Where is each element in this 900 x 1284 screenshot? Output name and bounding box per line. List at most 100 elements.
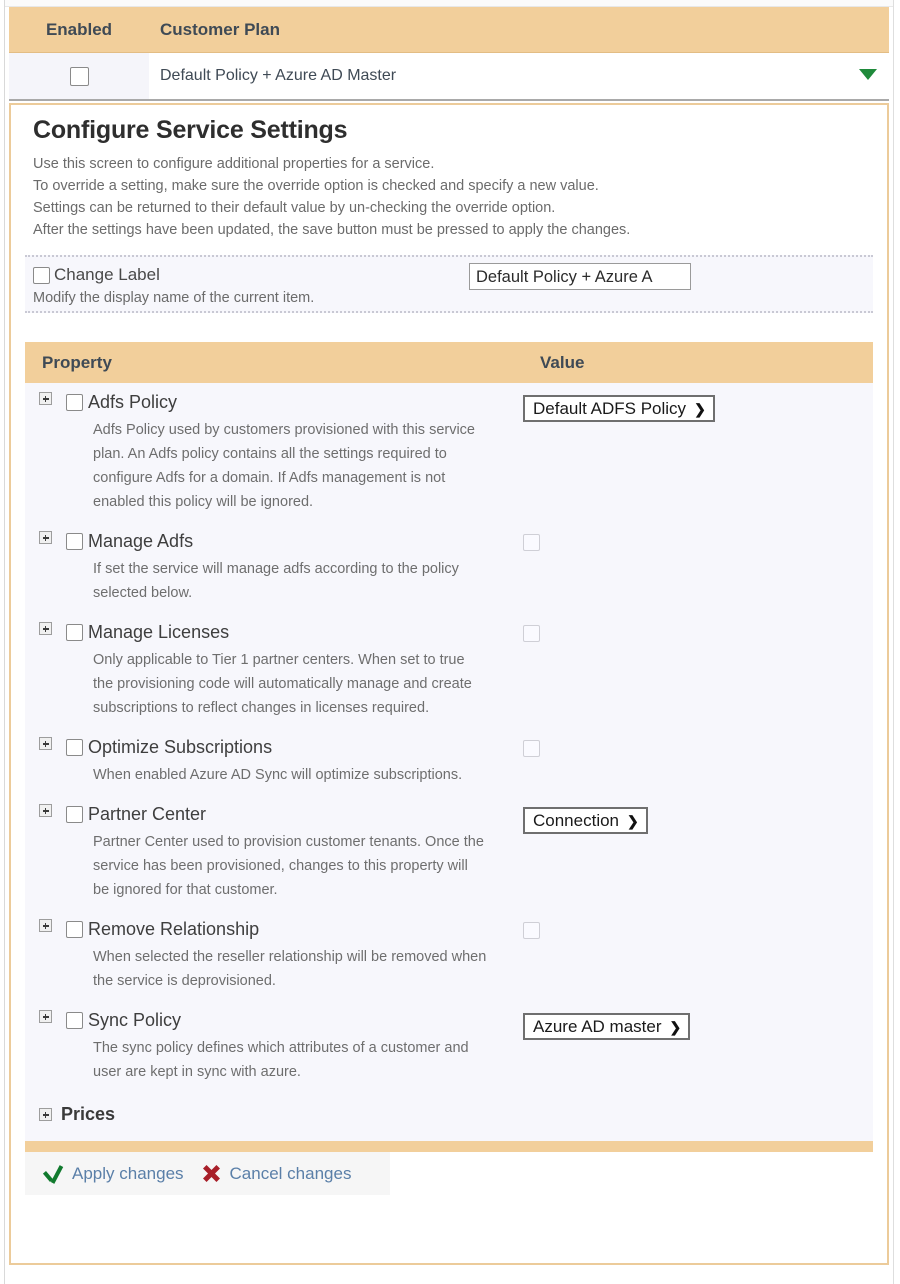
- property-name: Partner Center: [88, 804, 207, 824]
- configure-service-settings-panel: Configure Service Settings Use this scre…: [9, 103, 889, 1265]
- plan-grid-row[interactable]: Default Policy + Azure AD Master: [9, 53, 889, 101]
- check-icon: [43, 1164, 63, 1184]
- table-row: Partner Center Partner Center used to pr…: [25, 795, 873, 910]
- property-description: Adfs Policy used by customers provisione…: [93, 418, 523, 514]
- desc-line: configure Adfs for a domain. If Adfs man…: [93, 470, 446, 486]
- cancel-changes-button[interactable]: Cancel changes: [202, 1164, 352, 1184]
- property-name-line: Adfs Policy: [39, 392, 523, 413]
- property-description: When selected the reseller relationship …: [93, 945, 523, 993]
- plan-enabled-cell: [9, 53, 149, 99]
- property-name-line: Manage Licenses: [39, 622, 523, 643]
- value-cell: Default ADFS Policy ❯: [523, 392, 873, 422]
- desc-line: If set the service will manage adfs acco…: [93, 561, 459, 577]
- expand-plus-icon[interactable]: [39, 919, 52, 932]
- value-cell: Connection ❯: [523, 804, 873, 834]
- desc-line: the provisioning code will automatically…: [93, 676, 472, 692]
- desc-line: the service is deprovisioned.: [93, 973, 276, 989]
- expand-plus-icon[interactable]: [39, 737, 52, 750]
- expand-plus-icon[interactable]: [39, 804, 52, 817]
- property-description: Only applicable to Tier 1 partner center…: [93, 648, 523, 720]
- property-name-line: Partner Center: [39, 804, 523, 825]
- property-name: Adfs Policy: [88, 392, 178, 412]
- override-checkbox[interactable]: [66, 624, 83, 641]
- apply-changes-button[interactable]: Apply changes: [43, 1164, 184, 1184]
- plan-enabled-checkbox[interactable]: [69, 66, 89, 86]
- property-description: The sync policy defines which attributes…: [93, 1036, 523, 1084]
- property-description: Partner Center used to provision custome…: [93, 830, 523, 902]
- expand-plus-icon[interactable]: [39, 1010, 52, 1023]
- property-description: When enabled Azure AD Sync will optimize…: [93, 763, 523, 787]
- property-name: Optimize Subscriptions: [88, 737, 273, 757]
- intro-line-3: Settings can be returned to their defaul…: [33, 200, 556, 216]
- value-cell: [523, 737, 873, 758]
- property-cell: Optimize Subscriptions When enabled Azur…: [25, 737, 523, 787]
- desc-line: Only applicable to Tier 1 partner center…: [93, 652, 465, 668]
- override-checkbox[interactable]: [66, 921, 83, 938]
- prices-group-label: Prices: [61, 1104, 116, 1124]
- property-name: Sync Policy: [88, 1010, 182, 1030]
- desc-line: The sync policy defines which attributes…: [93, 1040, 469, 1056]
- left-rail: [0, 0, 5, 1284]
- select-value: Azure AD master: [533, 1016, 662, 1036]
- property-cell: Sync Policy The sync policy defines whic…: [25, 1010, 523, 1084]
- sync-policy-select[interactable]: Azure AD master ❯: [523, 1013, 691, 1040]
- right-rail: [893, 0, 900, 1284]
- partner-center-select[interactable]: Connection ❯: [523, 807, 648, 834]
- expand-plus-icon[interactable]: [39, 531, 52, 544]
- apply-changes-label: Apply changes: [72, 1163, 184, 1183]
- prices-group-row[interactable]: Prices: [25, 1092, 873, 1141]
- desc-line: user are kept in sync with azure.: [93, 1064, 301, 1080]
- page-title: Configure Service Settings: [33, 116, 348, 144]
- desc-line: subscriptions to reflect changes in lice…: [93, 700, 430, 716]
- column-header-enabled: Enabled: [45, 19, 113, 39]
- cross-icon: [202, 1164, 221, 1183]
- property-name-line: Remove Relationship: [39, 919, 523, 940]
- cancel-changes-label: Cancel changes: [229, 1163, 352, 1183]
- select-value: Default ADFS Policy: [533, 398, 687, 418]
- property-cell: Manage Licenses Only applicable to Tier …: [25, 622, 523, 720]
- override-checkbox[interactable]: [66, 1012, 83, 1029]
- desc-line: selected below.: [93, 585, 193, 601]
- plan-name-cell: Default Policy + Azure AD Master: [160, 67, 397, 84]
- change-label-text: Change Label: [54, 265, 160, 284]
- change-label-row: Change Label: [33, 265, 873, 285]
- manage-licenses-value-checkbox[interactable]: [523, 625, 540, 643]
- intro-line-2: To override a setting, make sure the ove…: [33, 178, 599, 194]
- value-cell: Azure AD master ❯: [523, 1010, 873, 1040]
- settings-page: Enabled Customer Plan Default Policy + A…: [0, 0, 900, 1284]
- expand-plus-icon[interactable]: [39, 392, 52, 405]
- remove-relationship-value-checkbox[interactable]: [523, 922, 540, 940]
- override-checkbox[interactable]: [66, 806, 83, 823]
- override-checkbox[interactable]: [66, 394, 83, 411]
- chevron-down-icon: ❯: [694, 400, 706, 417]
- property-description: If set the service will manage adfs acco…: [93, 557, 523, 605]
- override-checkbox[interactable]: [66, 739, 83, 756]
- change-label-input[interactable]: Default Policy + Azure A: [469, 263, 691, 290]
- intro-line-1: Use this screen to configure additional …: [33, 156, 435, 172]
- plan-grid-header: Enabled Customer Plan: [9, 7, 889, 53]
- optimize-subscriptions-value-checkbox[interactable]: [523, 740, 540, 758]
- property-name-line: Manage Adfs: [39, 531, 523, 552]
- table-row: Adfs Policy Adfs Policy used by customer…: [25, 383, 873, 522]
- desc-line: service has been provisioned, changes to…: [93, 858, 468, 874]
- change-label-checkbox[interactable]: [33, 266, 50, 284]
- select-value: Connection: [533, 810, 620, 830]
- desc-line: Partner Center used to provision custome…: [93, 834, 484, 850]
- column-header-value: Value: [540, 352, 585, 372]
- property-name-line: Optimize Subscriptions: [39, 737, 523, 758]
- expand-plus-icon[interactable]: [39, 622, 52, 635]
- caret-down-icon[interactable]: [859, 69, 877, 80]
- desc-line: When enabled Azure AD Sync will optimize…: [93, 767, 463, 783]
- property-name: Manage Licenses: [88, 622, 230, 642]
- manage-adfs-value-checkbox[interactable]: [523, 534, 540, 552]
- desc-line: When selected the reseller relationship …: [93, 949, 487, 965]
- table-row: Manage Adfs If set the service will mana…: [25, 522, 873, 613]
- expand-plus-icon[interactable]: [39, 1108, 52, 1121]
- change-label-section: Change Label Modify the display name of …: [25, 255, 873, 313]
- override-checkbox[interactable]: [66, 533, 83, 550]
- table-row: Sync Policy The sync policy defines whic…: [25, 1001, 873, 1092]
- footer-actions: Apply changes Cancel changes: [25, 1152, 390, 1195]
- adfs-policy-select[interactable]: Default ADFS Policy ❯: [523, 395, 715, 422]
- desc-line: Adfs Policy used by customers provisione…: [93, 422, 475, 438]
- chevron-down-icon: ❯: [669, 1018, 682, 1035]
